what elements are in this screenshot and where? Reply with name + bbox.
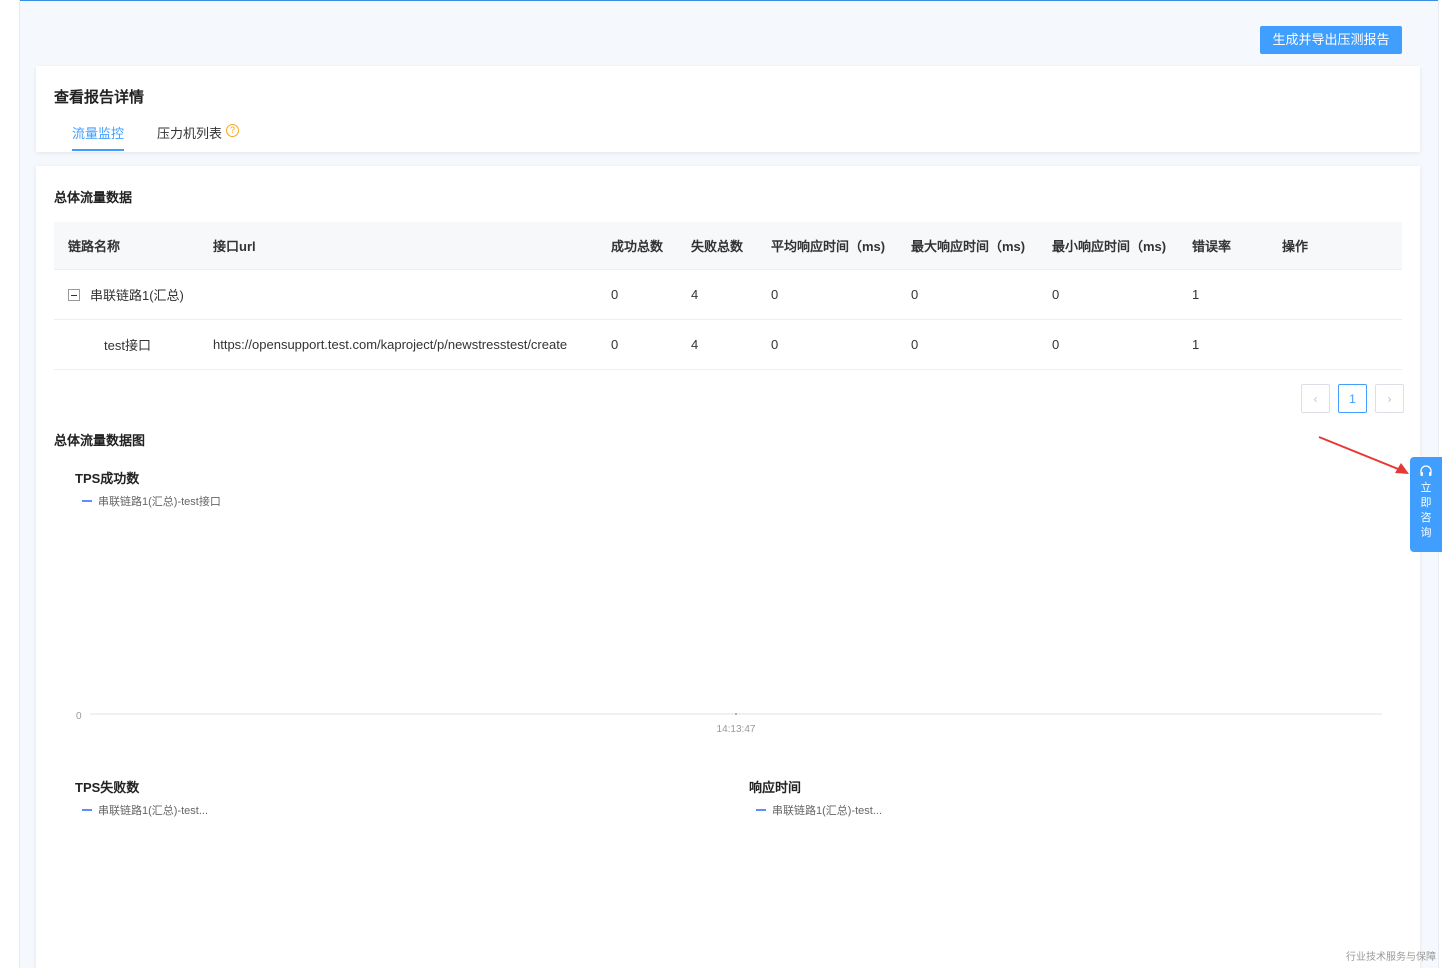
tps-success-chart: 0 14:13:47 [76, 711, 1382, 735]
chart-legend-response-time[interactable]: 串联链路1(汇总)-test... [756, 802, 882, 818]
chart-title-response-time: 响应时间 [749, 780, 802, 795]
x-tick-label: 14:13:47 [717, 724, 756, 735]
min-cell: 0 [1052, 337, 1060, 352]
traffic-table: 链路名称 接口url 成功总数 失败总数 平均响应时间（ms) 最大响应时间（m… [54, 222, 1402, 370]
next-page-button[interactable]: › [1375, 384, 1404, 413]
page-1-button[interactable]: 1 [1338, 384, 1367, 413]
fail-cell: 4 [691, 337, 699, 352]
footer-text: 行业技术服务与保障 [1346, 952, 1436, 963]
success-cell: 0 [611, 287, 619, 302]
col-header-url: 接口url [213, 239, 256, 254]
legend-label: 串联链路1(汇总)-test... [98, 805, 209, 817]
legend-label: 串联链路1(汇总)-test接口 [98, 496, 221, 508]
top-border [0, 0, 1444, 1]
data-point [735, 713, 737, 715]
headset-icon [1420, 465, 1432, 476]
success-cell: 0 [611, 337, 619, 352]
tab-pressure-machines[interactable]: 压力机列表 ? [157, 123, 240, 151]
legend-line-icon [756, 809, 766, 811]
avg-cell: 0 [771, 337, 779, 352]
table-row: 串联链路1(汇总) 0 4 0 0 0 1 [54, 270, 1402, 320]
pagination: ‹ 1 › [1301, 384, 1404, 413]
col-header-avg: 平均响应时间（ms) [771, 239, 886, 254]
fail-cell: 4 [691, 287, 699, 302]
chain-name-cell: 串联链路1(汇总) [68, 270, 184, 319]
chart-legend-tps-success[interactable]: 串联链路1(汇总)-test接口 [82, 493, 221, 509]
col-header-min: 最小响应时间（ms) [1052, 239, 1167, 254]
table-row: test接口 https://opensupport.test.com/kapr… [54, 320, 1402, 370]
col-header-chain-name: 链路名称 [68, 239, 121, 254]
prev-page-button[interactable]: ‹ [1301, 384, 1330, 413]
chart-title-tps-fail: TPS失败数 [75, 780, 140, 795]
left-sidebar-strip [0, 0, 20, 968]
col-header-error-rate: 错误率 [1192, 239, 1232, 254]
collapse-icon[interactable] [68, 288, 80, 301]
avg-cell: 0 [771, 287, 779, 302]
error-rate-cell: 1 [1192, 337, 1200, 352]
col-header-success: 成功总数 [611, 239, 664, 254]
chart-legend-tps-fail[interactable]: 串联链路1(汇总)-test... [82, 802, 208, 818]
section-title-charts: 总体流量数据图 [54, 433, 146, 448]
max-cell: 0 [911, 287, 919, 302]
col-header-action: 操作 [1282, 239, 1309, 254]
consult-char: 询 [1420, 527, 1432, 539]
col-header-max: 最大响应时间（ms) [911, 239, 1026, 254]
error-rate-cell: 1 [1192, 287, 1200, 302]
consult-char: 咨 [1420, 512, 1432, 524]
consult-now-button[interactable]: 立 即 咨 询 [1410, 457, 1442, 552]
legend-line-icon [82, 809, 92, 811]
chain-name: 串联链路1(汇总) [90, 288, 184, 303]
export-report-button[interactable]: 生成并导出压测报告 [1260, 26, 1402, 54]
tab-traffic-monitor[interactable]: 流量监控 [72, 123, 125, 151]
tab-label: 流量监控 [72, 126, 125, 141]
consult-char: 即 [1420, 497, 1432, 509]
table-header: 链路名称 接口url 成功总数 失败总数 平均响应时间（ms) 最大响应时间（m… [54, 222, 1402, 270]
legend-line-icon [82, 500, 92, 502]
max-cell: 0 [911, 337, 919, 352]
report-header-card: 查看报告详情 流量监控 压力机列表 ? [36, 66, 1420, 152]
url-cell: https://opensupport.test.com/kaproject/p… [213, 337, 568, 352]
legend-label: 串联链路1(汇总)-test... [772, 805, 883, 817]
min-cell: 0 [1052, 287, 1060, 302]
interface-name-cell: test接口 [104, 338, 151, 353]
consult-char: 立 [1420, 482, 1432, 494]
tab-label: 压力机列表 [157, 126, 223, 141]
chart-title-tps-success: TPS成功数 [75, 471, 140, 486]
overall-traffic-card: 总体流量数据 链路名称 接口url 成功总数 失败总数 平均响应时间（ms) 最… [36, 166, 1420, 968]
section-title-overall: 总体流量数据 [54, 190, 133, 205]
page-title: 查看报告详情 [54, 89, 145, 106]
y-tick-label: 0 [76, 711, 82, 722]
question-circle-icon[interactable]: ? [226, 124, 240, 137]
annotation-arrow [1318, 436, 1409, 474]
col-header-fail: 失败总数 [691, 239, 744, 254]
